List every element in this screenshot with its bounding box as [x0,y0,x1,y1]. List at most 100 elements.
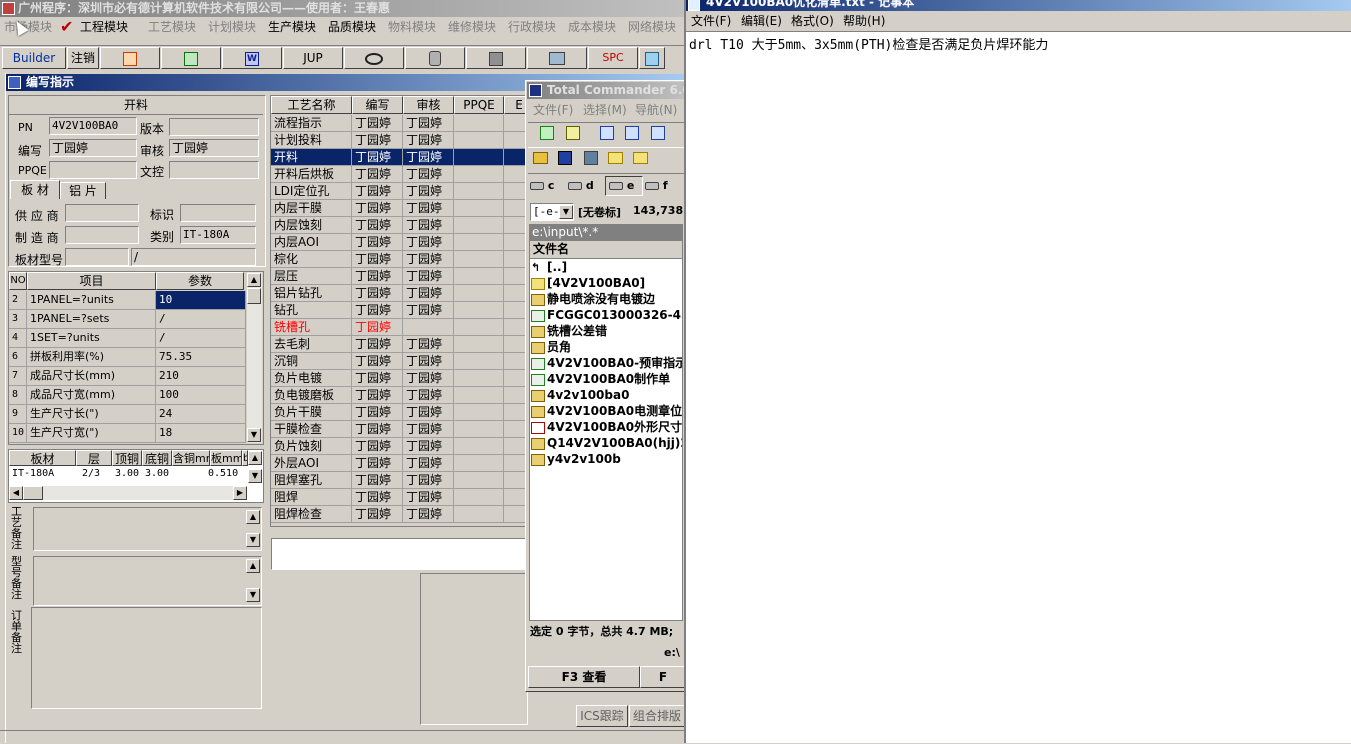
board-scroll-thumb-h[interactable] [23,486,43,500]
param-cell-value[interactable]: / [156,310,246,329]
logout-button[interactable]: 注销 [67,47,99,69]
pn-field[interactable]: 4V2V100BA0 [49,117,137,135]
file-list-item[interactable]: 4v2v100ba0 [531,387,682,403]
toolbar-eye-button[interactable] [344,47,404,69]
file-list-item[interactable]: [4V2V100BA0] [531,275,682,291]
refresh-icon[interactable] [540,126,554,140]
module-engineering[interactable]: 工程模块 [80,18,128,36]
notepad-text-area[interactable]: drl T10 大于5mm、3x5mm(PTH)检查是否满足负片焊环能力 [686,32,1351,743]
builder-button[interactable]: Builder [2,47,66,69]
ppqe-field[interactable] [49,161,137,179]
file-list-item[interactable]: 4V2V100BA0-预审指示 [531,355,682,371]
param-cell-value[interactable]: 210 [156,367,246,386]
tab-aluminum-sheet[interactable]: 铝 片 [60,182,106,199]
board-scroll-left-icon[interactable]: ◀ [9,486,23,500]
board-scroll-right-icon[interactable]: ▶ [233,486,247,500]
notepad-menu-file[interactable]: 文件(F) [691,12,731,30]
file-list-item[interactable]: ↰ [..] [531,259,682,275]
drive-button-f[interactable]: f [645,178,679,194]
file-list-item[interactable]: 员角 [531,339,682,355]
tree-icon[interactable] [566,126,580,140]
column-header-name[interactable]: 文件名 [530,241,682,259]
drive-button-d[interactable]: d [568,178,602,194]
file-list-item[interactable]: 静电喷涂没有电镀边 [531,291,682,307]
f3-view-button[interactable]: F3 查看 [528,666,640,688]
folder-icon[interactable] [608,152,623,164]
jup-button[interactable]: JUP [283,47,343,69]
brief-view-icon[interactable] [600,126,614,140]
ics-tracking-button[interactable]: ICS跟踪 [576,705,628,727]
model-remark-scroll-up-icon[interactable]: ▲ [246,559,260,573]
param-scroll-thumb[interactable] [247,288,261,304]
module-network[interactable]: 网络模块 [628,18,676,36]
ftp-icon[interactable] [584,151,598,165]
chevron-down-icon[interactable]: ▼ [559,205,573,219]
process-note-input[interactable] [271,538,528,570]
file-list-item[interactable]: Q14V2V100BA0(hjj)201 [531,435,682,451]
supplier-field[interactable] [65,204,139,222]
tc-menu-file[interactable]: 文件(F) [533,101,573,119]
toolbar-excel-button[interactable] [161,47,221,69]
param-scroll-up-icon[interactable]: ▲ [247,273,261,287]
spc-button[interactable]: SPC [588,47,638,69]
file-list-item[interactable]: 4V2V100BA0电测章位置 [531,403,682,419]
param-scroll-down-icon[interactable]: ▼ [247,428,261,442]
f4-edit-button[interactable]: F [640,666,686,688]
folder-icon-2[interactable] [633,152,648,164]
toolbar-network-button[interactable] [466,47,526,69]
category-field[interactable]: IT-180A [180,226,256,244]
board-scroll-up-icon[interactable]: ▲ [248,451,262,465]
manufacturer-field[interactable] [65,226,139,244]
param-cell-value[interactable]: 18 [156,424,246,443]
reviewer-field[interactable]: 丁园婷 [169,139,259,157]
module-material[interactable]: 物料模块 [388,18,436,36]
file-list-item[interactable]: FCGGC013000326-45(4 [531,307,682,323]
notepad-menu-help[interactable]: 帮助(H) [843,12,885,30]
file-list-item[interactable]: 4V2V100BA0制作单 [531,371,682,387]
file-list-item[interactable]: 铣槽公差错 [531,323,682,339]
model-remark-scroll-down-icon[interactable]: ▼ [246,588,260,602]
combined-layout-button[interactable]: 组合排版 [629,705,685,727]
module-maintenance[interactable]: 维修模块 [448,18,496,36]
toolbar-database-button[interactable] [405,47,465,69]
toolbar-computer-button[interactable] [527,47,587,69]
module-process[interactable]: 工艺模块 [148,18,196,36]
param-cell-value[interactable]: 24 [156,405,246,424]
order-remark-box[interactable] [31,607,262,709]
writer-field[interactable]: 丁园婷 [49,139,137,157]
notepad-menu-format[interactable]: 格式(O) [791,12,834,30]
module-cost[interactable]: 成本模块 [568,18,616,36]
param-cell-value[interactable]: 75.35 [156,348,246,367]
module-admin[interactable]: 行政模块 [508,18,556,36]
toolbar-word-button[interactable]: W [222,47,282,69]
toolbar-help-button[interactable] [639,47,665,69]
drive-button-e[interactable]: e [605,176,643,196]
process-remark-scroll-up-icon[interactable]: ▲ [246,510,260,524]
param-cell-value[interactable]: / [156,329,246,348]
doc-control-field[interactable] [169,161,259,179]
toolbar-ppt-button[interactable] [100,47,160,69]
module-market[interactable]: 市场模块 [4,18,52,36]
notepad-menu-edit[interactable]: 编辑(E) [741,12,782,30]
save-icon[interactable] [558,151,572,165]
drive-combo[interactable]: [-e-] ▼ [530,203,574,221]
module-production[interactable]: 生产模块 [268,18,316,36]
process-remark-box[interactable] [33,507,262,551]
process-remark-scroll-down-icon[interactable]: ▼ [246,533,260,547]
board-model-field-2[interactable]: / [131,248,256,266]
board-hscrollbar[interactable] [9,486,247,500]
thumbnail-view-icon[interactable] [651,126,665,140]
tab-board-material[interactable]: 板 材 [10,180,60,199]
mark-field[interactable] [180,204,256,222]
tc-menu-navigate[interactable]: 导航(N) [635,101,677,119]
version-field[interactable] [169,118,259,136]
full-view-icon[interactable] [625,126,639,140]
board-scroll-down-icon[interactable]: ▼ [248,469,262,483]
drive-button-c[interactable]: c [530,178,564,194]
board-model-field[interactable] [65,248,129,266]
param-cell-value[interactable]: 10 [156,291,246,310]
model-remark-box[interactable] [33,556,262,606]
tc-menu-select[interactable]: 选择(M) [583,101,627,119]
param-cell-value[interactable]: 100 [156,386,246,405]
file-list-item[interactable]: 4V2V100BA0外形尺寸 [531,419,682,435]
